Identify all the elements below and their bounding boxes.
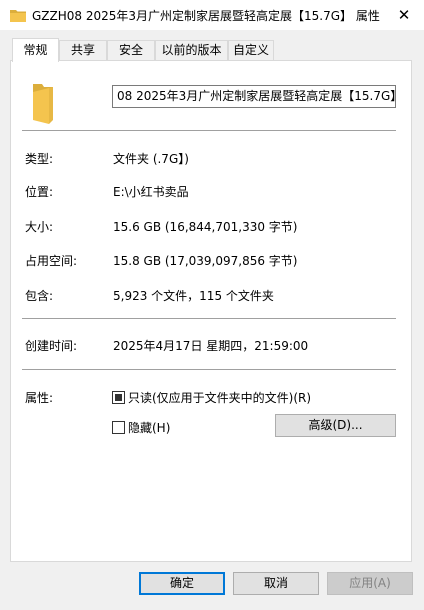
tab-label: 常规 — [23, 43, 48, 57]
readonly-checkbox[interactable] — [112, 391, 125, 404]
contains-value: 5,923 个文件，115 个文件夹 — [113, 289, 274, 303]
tab-label: 共享 — [70, 43, 95, 57]
folder-icon — [10, 10, 26, 22]
tab-security[interactable]: 安全 — [107, 40, 155, 60]
contains-label: 包含: — [25, 289, 54, 303]
attributes-label: 属性: — [25, 391, 54, 405]
divider — [22, 130, 396, 131]
ok-button[interactable]: 确定 — [139, 572, 225, 595]
size-on-disk-value: 15.8 GB (17,039,097,856 字节) — [113, 254, 298, 268]
created-value: 2025年4月17日 星期四，21:59:00 — [113, 339, 309, 353]
window-title: GZZH08 2025年3月广州定制家居展暨轻高定展【15.7G】 属性 — [32, 9, 380, 23]
apply-button[interactable]: 应用(A) — [327, 572, 413, 595]
tab-label: 以前的版本 — [161, 43, 222, 57]
type-value: 文件夹 (.7G】) — [113, 152, 189, 166]
tab-panel-general — [10, 60, 412, 562]
location-label: 位置: — [25, 185, 54, 199]
tab-sharing[interactable]: 共享 — [59, 40, 107, 60]
location-value: E:\小红书卖品 — [113, 185, 189, 199]
readonly-label[interactable]: 只读(仅应用于文件夹中的文件)(R) — [128, 389, 311, 406]
hidden-checkbox[interactable] — [112, 421, 125, 434]
divider — [22, 318, 396, 319]
hidden-label[interactable]: 隐藏(H) — [128, 419, 170, 436]
created-label: 创建时间: — [25, 339, 78, 353]
cancel-button[interactable]: 取消 — [233, 572, 319, 595]
folder-icon — [33, 84, 53, 124]
divider — [22, 369, 396, 370]
tab-general[interactable]: 常规 — [12, 38, 59, 62]
close-icon: ✕ — [397, 6, 411, 24]
size-value: 15.6 GB (16,844,701,330 字节) — [113, 220, 298, 234]
size-on-disk-label: 占用空间: — [25, 254, 78, 268]
tab-customize[interactable]: 自定义 — [228, 40, 274, 60]
type-label: 类型: — [25, 152, 54, 166]
size-label: 大小: — [25, 220, 54, 234]
tab-label: 安全 — [118, 43, 143, 57]
tab-previous-versions[interactable]: 以前的版本 — [155, 40, 228, 60]
close-button[interactable]: ✕ — [384, 0, 424, 30]
folder-name-input[interactable]: 08 2025年3月广州定制家居展暨轻高定展【15.7G】 — [112, 85, 396, 108]
advanced-button[interactable]: 高级(D)... — [275, 414, 396, 437]
tab-label: 自定义 — [232, 43, 269, 57]
